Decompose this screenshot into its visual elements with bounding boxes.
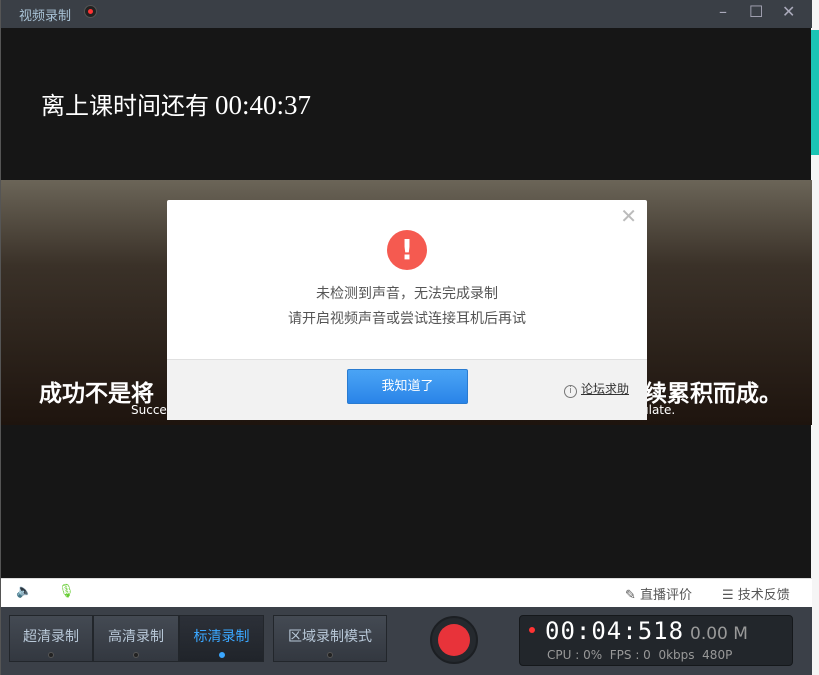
- file-size: 0.00 M: [690, 624, 748, 644]
- resolution: 480P: [702, 648, 733, 662]
- mode-indicator-icon: [327, 652, 333, 658]
- recording-indicator-icon: [84, 5, 97, 18]
- window-title: 视频录制: [19, 9, 72, 24]
- exclamation-icon: !: [387, 230, 427, 270]
- rate-live-button[interactable]: ✎ 直播评价: [625, 584, 692, 603]
- edit-icon: ✎: [625, 588, 641, 603]
- subtitle-left: Succe: [131, 403, 167, 417]
- rate-live-label: 直播评价: [640, 588, 693, 603]
- title-bar: 视频录制 – ☐ ✕: [1, 0, 812, 28]
- speaker-icon[interactable]: 🔈: [16, 584, 32, 599]
- mode-sd[interactable]: 标清录制: [179, 615, 264, 662]
- mode-region[interactable]: 区域录制模式: [273, 615, 387, 662]
- recording-time: 00:04:518: [545, 617, 685, 645]
- record-button[interactable]: [430, 616, 478, 664]
- minimize-button[interactable]: –: [719, 2, 727, 21]
- close-button[interactable]: ✕: [782, 2, 795, 21]
- mode-label: 标清录制: [193, 629, 250, 645]
- ok-button[interactable]: 我知道了: [347, 369, 468, 404]
- microphone-icon[interactable]: 🎙: [58, 584, 75, 599]
- tool-row: 🔈 🎙 ✎ 直播评价 ☰ 技术反馈: [1, 578, 812, 607]
- forum-help-link[interactable]: i 论坛求助: [563, 380, 629, 398]
- feedback-button[interactable]: ☰ 技术反馈: [722, 584, 790, 603]
- recording-dot-icon: [529, 627, 535, 633]
- feedback-label: 技术反馈: [737, 588, 790, 603]
- forum-help-label: 论坛求助: [580, 382, 629, 396]
- mode-label: 区域录制模式: [288, 629, 372, 645]
- maximize-button[interactable]: ☐: [749, 2, 763, 21]
- dialog-footer: 我知道了 i 论坛求助: [167, 359, 647, 420]
- mode-label: 高清录制: [108, 629, 164, 645]
- stats-info: CPU : 0% FPS : 0 0kbps 480P: [547, 648, 732, 662]
- mode-ultra-hd[interactable]: 超清录制: [9, 615, 93, 662]
- dialog-message-line1: 未检测到声音，无法完成录制: [316, 286, 498, 302]
- mode-indicator-icon: [48, 652, 54, 658]
- control-bar: 超清录制 高清录制 标清录制 区域录制模式 00:04:518 0.00 M C…: [1, 607, 812, 675]
- mode-label: 超清录制: [23, 629, 79, 645]
- info-icon: i: [563, 385, 577, 398]
- bitrate: 0kbps: [658, 648, 695, 662]
- mode-hd[interactable]: 高清录制: [93, 615, 179, 662]
- cpu-usage: CPU : 0%: [547, 648, 603, 662]
- countdown-time: 00:40:37: [215, 90, 312, 120]
- class-countdown: 离上课时间还有 00:40:37: [41, 86, 311, 121]
- countdown-label: 离上课时间还有: [41, 92, 209, 120]
- background-window-accent: [811, 30, 819, 155]
- comment-icon: ☰: [722, 588, 738, 603]
- mode-indicator-icon: [218, 652, 225, 658]
- dialog-message-line2: 请开启视频声音或尝试连接耳机后再试: [288, 311, 526, 327]
- recording-stats: 00:04:518 0.00 M CPU : 0% FPS : 0 0kbps …: [519, 615, 793, 666]
- video-recording-window: 视频录制 – ☐ ✕ 离上课时间还有 00:40:37 成功不是将 续累积而成。 …: [0, 0, 812, 675]
- fps: FPS : 0: [609, 648, 651, 662]
- dialog-close-button[interactable]: ✕: [620, 204, 637, 228]
- no-audio-dialog: ✕ ! 未检测到声音，无法完成录制 请开启视频声音或尝试连接耳机后再试 我知道了…: [167, 200, 647, 420]
- mode-indicator-icon: [133, 652, 139, 658]
